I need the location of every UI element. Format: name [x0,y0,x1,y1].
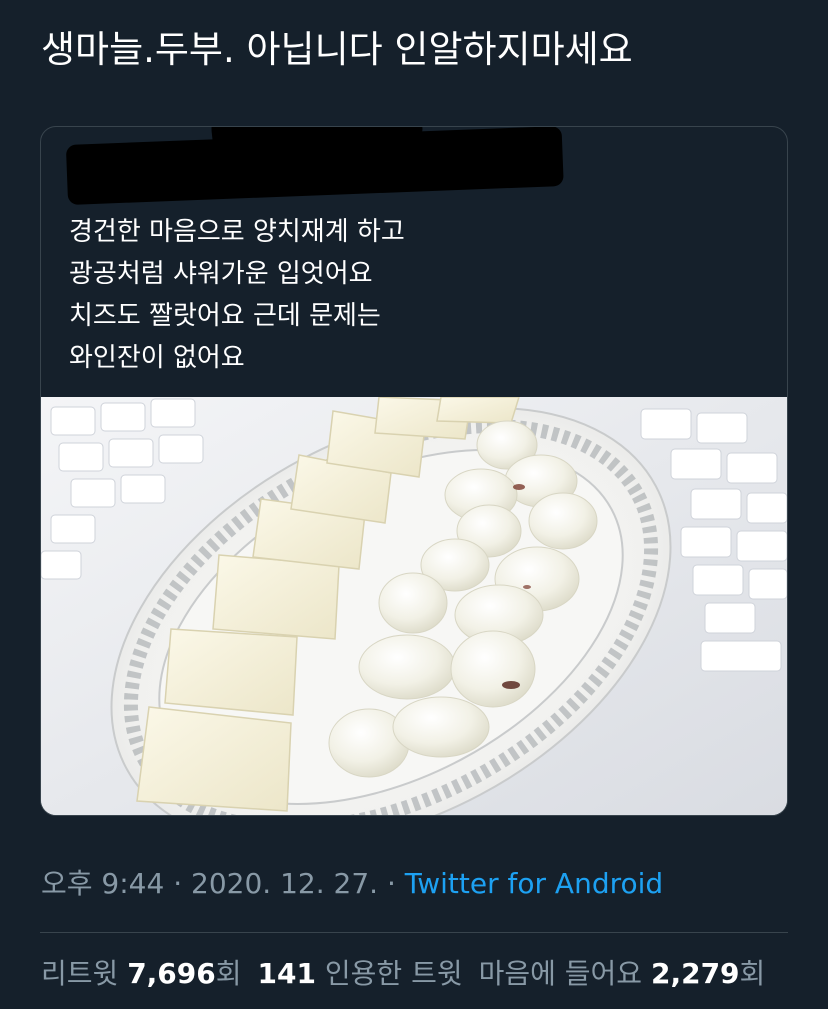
tweet-time: 오후 9:44 [41,867,165,900]
quoted-tweet-card[interactable]: 장 경건한 마음으로 양치재계 하고 광공처럼 샤워가운 입엇어요 치즈도 짤랏… [40,126,788,816]
retweets-count: 7,696 [127,957,216,990]
quote-tweets-label: 인용한 트윗 [324,957,463,990]
retweets-stat[interactable]: 리트윗 7,696회 [41,952,242,996]
tweet-source-link[interactable]: Twitter for Android [405,867,663,900]
quoted-tweet-text: 경건한 마음으로 양치재계 하고 광공처럼 샤워가운 입엇어요 치즈도 짤랏어요… [69,211,759,379]
divider [40,932,788,933]
likes-suffix: 회 [739,957,766,990]
quoted-tweet-line: 치즈도 짤랏어요 근데 문제는 [69,301,381,331]
meta-separator: · [386,867,396,900]
tweet-stats: 리트윗 7,696회 141 인용한 트윗 마음에 들어요 2,279회 [41,952,765,996]
likes-label: 마음에 들어요 [478,957,643,990]
quoted-tweet-line: 광공처럼 샤워가운 입엇어요 [69,259,373,289]
tweet-detail-page: 생마늘.두부. 아닙니다 인알하지마세요 장 경건한 마음으로 양치재계 하고 … [0,0,828,1009]
likes-count: 2,279 [650,957,740,990]
tweet-metadata: 오후 9:44 · 2020. 12. 27. · Twitter for An… [41,862,663,906]
likes-stat[interactable]: 마음에 들어요 2,279회 [479,952,766,996]
tweet-date: 2020. 12. 27. [191,867,379,900]
quote-tweets-stat[interactable]: 141 인용한 트윗 [258,952,463,996]
quoted-tweet-line: 와인잔이 없어요 [69,343,245,373]
retweets-label: 리트윗 [41,957,119,990]
photo-illustration [41,397,787,815]
meta-separator: · [173,867,183,900]
quoted-tweet-line: 경건한 마음으로 양치재계 하고 [69,217,405,247]
retweets-suffix: 회 [215,957,242,990]
quote-tweets-count: 141 [257,957,316,990]
quoted-tweet-photo[interactable] [41,397,787,815]
tweet-text: 생마늘.두부. 아닙니다 인알하지마세요 [41,28,633,71]
